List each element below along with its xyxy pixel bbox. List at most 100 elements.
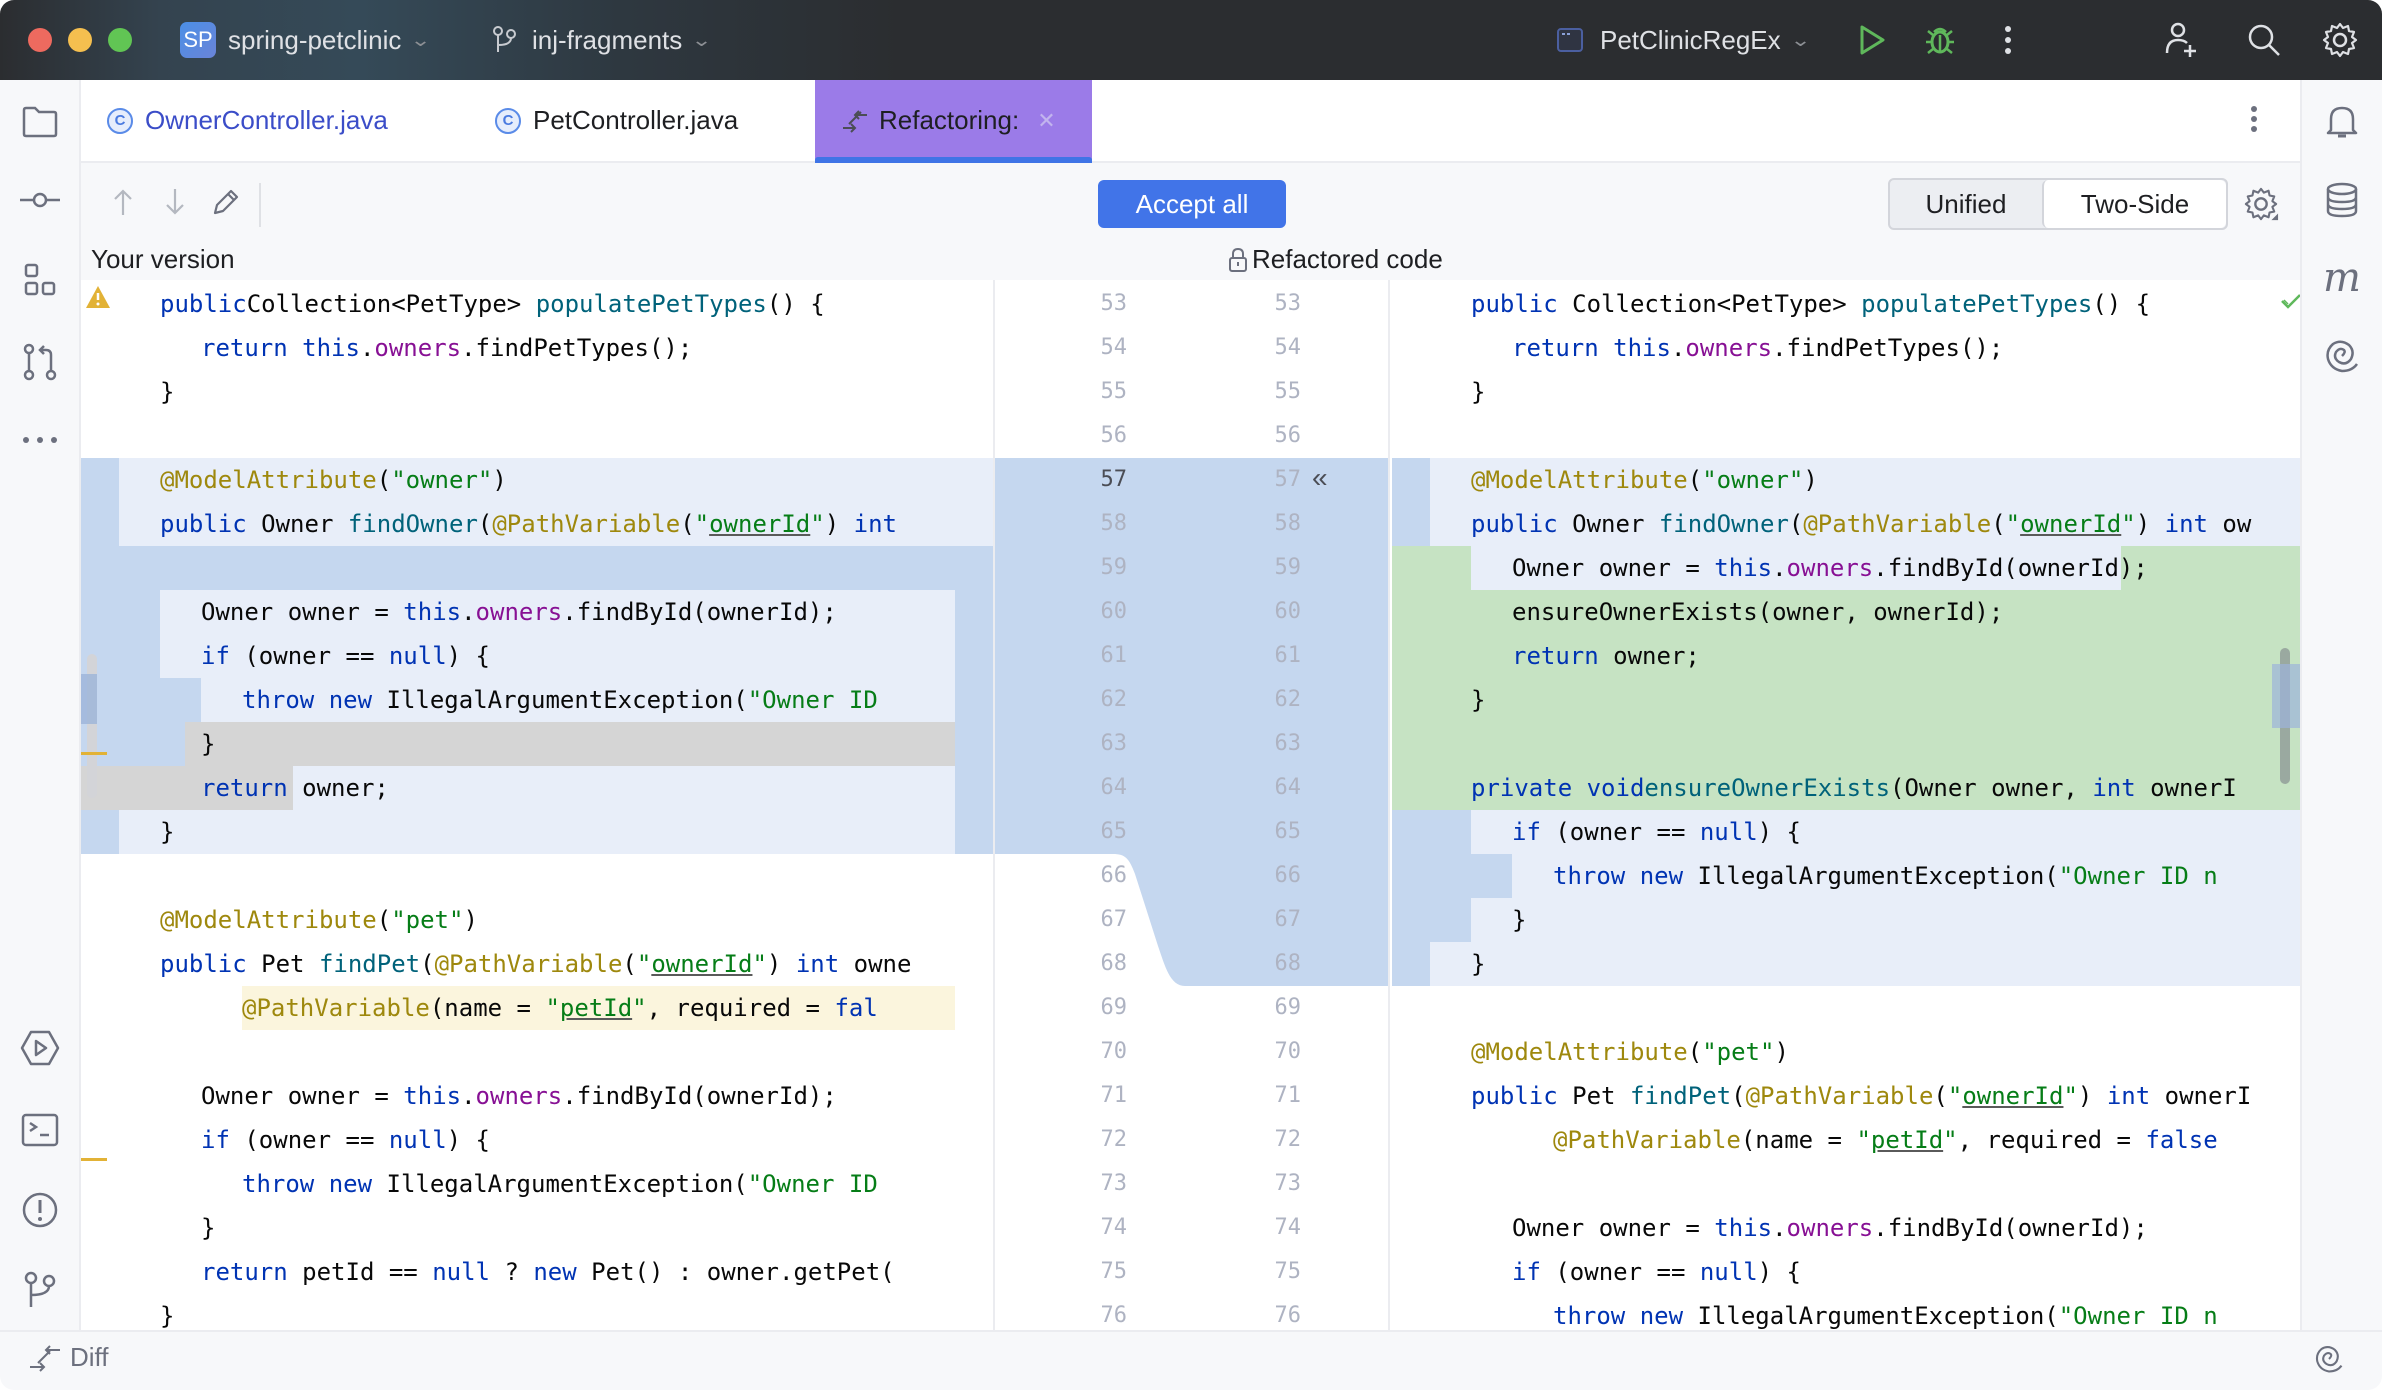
code-line[interactable]: public Owner findOwner(@PathVariable("ow… <box>81 502 993 546</box>
ai-assistant-button[interactable] <box>2322 336 2362 376</box>
code-line[interactable]: @ModelAttribute("pet") <box>1392 1030 2300 1074</box>
structure-tool-button[interactable] <box>20 260 60 300</box>
run-config-name: PetClinicRegEx <box>1600 24 1781 55</box>
code-line[interactable]: @ModelAttribute("pet") <box>81 898 993 942</box>
code-line[interactable]: return this.owners.findPetTypes(); <box>81 326 993 370</box>
code-line[interactable]: public Owner findOwner(@PathVariable("ow… <box>1392 502 2300 546</box>
code-line[interactable]: } <box>1392 942 2300 986</box>
two-side-view-button[interactable]: Two-Side <box>2042 180 2226 228</box>
code-token: null <box>432 1258 490 1286</box>
branch-selector[interactable]: inj-fragments ⌄ <box>492 0 712 80</box>
services-tool-button[interactable] <box>20 1028 60 1068</box>
maven-tool-button[interactable]: m <box>2322 255 2362 301</box>
maximize-window-button[interactable] <box>108 28 132 52</box>
code-line[interactable]: throw new IllegalArgumentException("Owne… <box>81 1162 993 1206</box>
code-line[interactable]: } <box>1392 370 2300 414</box>
code-line[interactable] <box>81 1030 993 1074</box>
code-line[interactable]: public Pet findPet(@PathVariable("ownerI… <box>1392 1074 2300 1118</box>
code-line[interactable]: return petId == null ? new Pet() : owner… <box>81 1250 993 1294</box>
tab-owner-controller[interactable]: C OwnerController.java <box>107 80 388 161</box>
code-line[interactable]: Owner owner = this.owners.findById(owner… <box>81 1074 993 1118</box>
close-window-button[interactable] <box>28 28 52 52</box>
spiral-icon[interactable] <box>2314 1344 2344 1374</box>
left-editor-pane[interactable]: publicCollection<PetType> populatePetTyp… <box>81 280 993 1330</box>
diff-status[interactable]: Diff <box>28 1342 109 1373</box>
code-line[interactable]: if (owner == null) { <box>81 1118 993 1162</box>
code-line[interactable]: } <box>1392 678 2300 722</box>
terminal-tool-button[interactable] <box>20 1110 60 1150</box>
code-token: (Owner owner, <box>1890 774 2093 802</box>
run-config-selector[interactable]: PetClinicRegEx ⌄ <box>1556 0 1811 80</box>
code-line[interactable]: return owner; <box>1392 634 2300 678</box>
edit-source-button[interactable] <box>211 187 241 222</box>
code-line[interactable]: Owner owner = this.owners.findById(owner… <box>1392 546 2300 590</box>
code-line[interactable] <box>81 414 993 458</box>
code-token: ) <box>824 510 854 538</box>
right-editor-pane[interactable]: public Collection<PetType> populatePetTy… <box>1392 280 2300 1330</box>
code-line[interactable]: private voidensureOwnerExists(Owner owne… <box>1392 766 2300 810</box>
code-text: throw new IllegalArgumentException("Owne… <box>242 1162 878 1206</box>
class-icon: C <box>495 107 521 134</box>
add-user-button[interactable] <box>2162 20 2202 60</box>
tab-options-button[interactable] <box>2249 104 2259 139</box>
previous-change-button[interactable] <box>111 187 135 222</box>
code-line[interactable]: public Pet findPet(@PathVariable("ownerI… <box>81 942 993 986</box>
code-line[interactable]: } <box>1392 898 2300 942</box>
search-button[interactable] <box>2244 20 2284 60</box>
code-line[interactable]: } <box>81 370 993 414</box>
debug-button[interactable] <box>1920 20 1960 60</box>
code-line[interactable]: ensureOwnerExists(owner, ownerId); <box>1392 590 2300 634</box>
code-token: fal <box>834 994 878 1022</box>
git-tool-button[interactable] <box>20 1270 60 1310</box>
code-line[interactable]: throw new IllegalArgumentException("Owne… <box>1392 1294 2300 1330</box>
code-line[interactable] <box>1392 722 2300 766</box>
code-line[interactable]: @ModelAttribute("owner") <box>1392 458 2300 502</box>
code-line[interactable]: return this.owners.findPetTypes(); <box>1392 326 2300 370</box>
code-line[interactable]: } <box>81 722 993 766</box>
code-line[interactable] <box>1392 986 2300 1030</box>
code-token: null <box>388 642 447 670</box>
close-tab-icon[interactable]: ✕ <box>1037 108 1055 134</box>
code-line[interactable]: } <box>81 810 993 854</box>
code-text: return owner; <box>1512 634 1700 678</box>
code-line[interactable]: } <box>81 1206 993 1250</box>
more-tools-button[interactable] <box>20 420 60 460</box>
minimize-window-button[interactable] <box>68 28 92 52</box>
code-line[interactable] <box>81 546 993 590</box>
code-line[interactable] <box>1392 414 2300 458</box>
code-line[interactable]: return owner; <box>81 766 993 810</box>
accept-all-button[interactable]: Accept all <box>1098 180 1286 228</box>
code-line[interactable]: if (owner == null) { <box>1392 810 2300 854</box>
code-line[interactable]: @ModelAttribute("owner") <box>81 458 993 502</box>
code-line[interactable]: throw new IllegalArgumentException("Owne… <box>1392 854 2300 898</box>
pull-requests-tool-button[interactable] <box>20 342 60 382</box>
next-change-button[interactable] <box>163 187 187 222</box>
code-line[interactable]: } <box>81 1294 993 1330</box>
more-actions-button[interactable] <box>1988 20 2028 60</box>
code-line[interactable]: publicCollection<PetType> populatePetTyp… <box>81 282 993 326</box>
code-line[interactable]: @PathVariable(name = "petId", required =… <box>81 986 993 1030</box>
problems-tool-button[interactable] <box>20 1190 60 1230</box>
diff-settings-button[interactable] <box>2243 186 2279 227</box>
code-line[interactable]: Owner owner = this.owners.findById(owner… <box>1392 1206 2300 1250</box>
code-line[interactable]: throw new IllegalArgumentException("Owne… <box>81 678 993 722</box>
settings-button[interactable] <box>2320 20 2360 60</box>
notifications-button[interactable] <box>2322 102 2362 142</box>
tab-refactoring[interactable]: Refactoring: ✕ <box>815 80 1092 163</box>
project-tool-button[interactable] <box>20 102 60 142</box>
code-line[interactable]: if (owner == null) { <box>81 634 993 678</box>
code-line[interactable] <box>81 854 993 898</box>
unified-view-button[interactable]: Unified <box>1890 180 2042 228</box>
tab-pet-controller[interactable]: C PetController.java <box>495 80 738 161</box>
code-line[interactable]: Owner owner = this.owners.findById(owner… <box>81 590 993 634</box>
code-line[interactable]: @PathVariable(name = "petId", required =… <box>1392 1118 2300 1162</box>
code-line[interactable]: public Collection<PetType> populatePetTy… <box>1392 282 2300 326</box>
project-selector[interactable]: SP spring-petclinic ⌄ <box>180 0 432 80</box>
code-line[interactable] <box>1392 1162 2300 1206</box>
toolbar-divider <box>259 183 261 227</box>
apply-change-icon[interactable]: « <box>1312 456 1328 500</box>
run-button[interactable] <box>1852 20 1892 60</box>
commit-tool-button[interactable] <box>20 180 60 220</box>
database-tool-button[interactable] <box>2322 180 2362 220</box>
code-line[interactable]: if (owner == null) { <box>1392 1250 2300 1294</box>
